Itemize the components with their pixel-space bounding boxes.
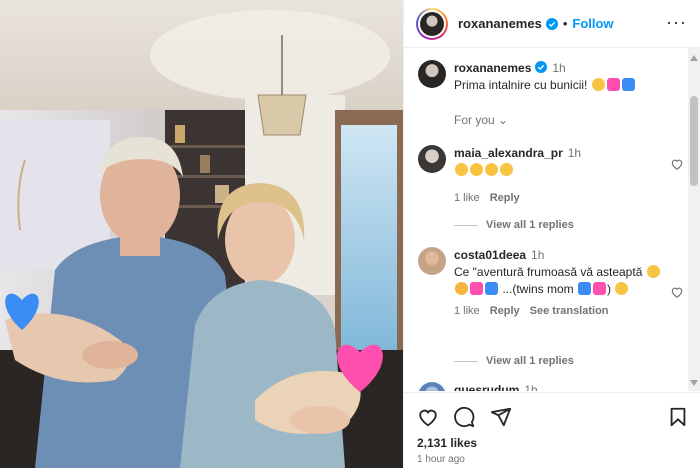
photo-illustration: [0, 0, 403, 468]
comment-time: 1h: [567, 146, 582, 160]
smiling-face-emoji: [615, 282, 629, 295]
for-you-filter[interactable]: For you ⌄: [454, 113, 508, 127]
comment-username[interactable]: quesrudum: [454, 383, 519, 391]
view-replies-button[interactable]: View all 1 replies: [454, 355, 574, 367]
pink-heart-emoji: [470, 282, 483, 295]
pink-heart-emoji: [606, 78, 620, 91]
follow-button[interactable]: Follow: [572, 16, 613, 31]
heart-eyes-emoji: [470, 163, 483, 176]
see-translation-button[interactable]: See translation: [530, 305, 609, 317]
caption-username[interactable]: roxananemes: [454, 61, 531, 75]
heart-icon[interactable]: [670, 285, 684, 299]
scroll-up-arrow[interactable]: [690, 55, 698, 61]
verified-icon: [535, 61, 548, 73]
share-icon[interactable]: [490, 406, 512, 428]
comment-time: 1h: [524, 383, 538, 391]
hugging-face-emoji: [455, 282, 468, 295]
heart-eyes-emoji: [455, 163, 468, 176]
commenter-avatar[interactable]: [418, 247, 446, 275]
heart-eyes-emoji: [485, 163, 498, 176]
comment-time: 1h: [531, 248, 545, 262]
heart-icon[interactable]: [417, 406, 439, 428]
scroll-down-arrow[interactable]: [690, 380, 698, 386]
comment-text: Ce "aventură frumoasă vă asteaptă: [454, 265, 643, 279]
likes-count[interactable]: 2,131 likes: [417, 436, 477, 450]
pink-heart-emoji: [593, 282, 607, 295]
verified-icon: [545, 17, 558, 30]
caption-text: Prima intalnire cu bunicii!: [454, 78, 588, 92]
more-options-icon[interactable]: ···: [666, 13, 687, 31]
comment-likes[interactable]: 1 like: [454, 192, 480, 204]
comment-text-tail: ...(twins mom: [502, 282, 574, 296]
caption-avatar[interactable]: [418, 60, 446, 88]
crying-face-emoji: [591, 78, 605, 91]
comment-likes[interactable]: 1 like: [454, 305, 480, 317]
heart-icon[interactable]: [670, 157, 684, 171]
post-timestamp[interactable]: 1 hour ago: [417, 454, 465, 465]
commenter-avatar[interactable]: [418, 382, 446, 391]
blue-heart-emoji: [578, 282, 592, 295]
comment-username[interactable]: maia_alexandra_pr: [454, 146, 563, 160]
separator-dot: •: [562, 16, 568, 31]
comment-icon[interactable]: [453, 406, 475, 428]
bookmark-icon[interactable]: [667, 406, 689, 428]
commenter-avatar[interactable]: [418, 145, 446, 173]
reply-button[interactable]: Reply: [490, 305, 520, 317]
author-username[interactable]: roxananemes: [458, 16, 542, 31]
post-sidebar: roxananemes • Follow ··· roxananemes 1h P…: [403, 0, 700, 468]
blue-heart-emoji: [621, 78, 635, 91]
chevron-down-icon: ⌄: [498, 113, 509, 127]
comment-text: [454, 162, 669, 179]
heart-eyes-emoji: [500, 163, 513, 176]
view-replies-button[interactable]: View all 1 replies: [454, 219, 574, 231]
heart-eyes-emoji: [646, 265, 660, 278]
reply-button[interactable]: Reply: [490, 192, 520, 204]
blue-heart-emoji: [485, 282, 498, 295]
comment-username[interactable]: costa01deea: [454, 248, 526, 262]
post-photo[interactable]: [0, 0, 403, 468]
post-header: roxananemes • Follow ···: [404, 0, 700, 48]
comments-scrollbar[interactable]: [688, 48, 700, 391]
author-avatar[interactable]: [416, 7, 448, 40]
caption-time: 1h: [552, 61, 566, 75]
comments-list[interactable]: roxananemes 1h Prima intalnire cu bunicii…: [404, 48, 689, 391]
post-actions: 2,131 likes 1 hour ago: [404, 392, 700, 468]
scrollbar-thumb[interactable]: [690, 96, 698, 186]
